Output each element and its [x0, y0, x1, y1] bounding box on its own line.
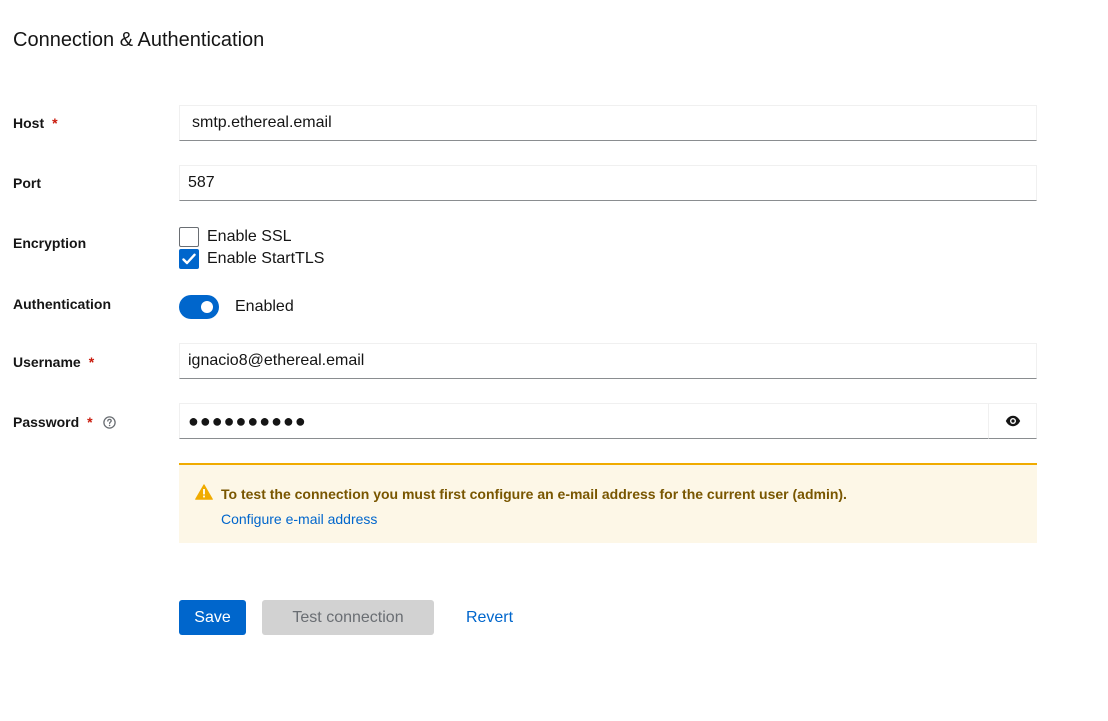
checkmark-icon [182, 253, 196, 265]
password-group: ●●●●●●●●●● [179, 403, 1037, 439]
section-title: Connection & Authentication [13, 29, 265, 51]
username-label: Username * [13, 354, 94, 370]
port-input[interactable]: 587 [179, 165, 1037, 201]
alert-title: To test the connection you must first co… [221, 486, 847, 502]
toggle-knob [201, 301, 213, 313]
password-label-text: Password [13, 414, 80, 430]
revert-button[interactable]: Revert [456, 600, 523, 635]
host-label-text: Host [13, 115, 45, 131]
enable-starttls-row[interactable]: Enable StartTLS [179, 249, 324, 269]
username-input[interactable]: ignacio8@ethereal.email [179, 343, 1037, 379]
encryption-label: Encryption [13, 235, 86, 251]
username-required-marker: * [88, 354, 95, 370]
username-label-text: Username [13, 354, 81, 370]
save-button[interactable]: Save [179, 600, 246, 635]
authentication-toggle[interactable] [179, 295, 219, 319]
host-label: Host * [13, 115, 58, 131]
enable-starttls-checkbox[interactable] [179, 249, 199, 269]
password-required-marker: * [87, 414, 93, 430]
port-label-text: Port [13, 175, 41, 191]
email-settings-page: Connection & Authentication Host * smtp.… [0, 0, 1108, 721]
enable-starttls-label: Enable StartTLS [207, 250, 325, 267]
port-label: Port [13, 175, 41, 191]
enable-ssl-row[interactable]: Enable SSL [179, 227, 292, 247]
configure-email-link[interactable]: Configure e-mail address [221, 511, 377, 527]
warning-triangle-icon [195, 484, 213, 500]
help-circle-icon[interactable] [102, 415, 116, 429]
authentication-label-text: Authentication [13, 296, 111, 312]
authentication-label: Authentication [13, 296, 111, 312]
show-password-button[interactable] [989, 403, 1037, 439]
host-input[interactable]: smtp.ethereal.email [179, 105, 1037, 141]
password-input[interactable]: ●●●●●●●●●● [179, 403, 989, 439]
enable-ssl-checkbox[interactable] [179, 227, 199, 247]
authentication-switch-row[interactable]: Enabled [179, 295, 294, 319]
eye-icon [1005, 415, 1020, 427]
host-required-marker: * [52, 115, 58, 131]
test-connection-button[interactable]: Test connection [262, 600, 434, 635]
password-label: Password * [13, 414, 116, 430]
encryption-label-text: Encryption [13, 235, 87, 251]
enable-ssl-label: Enable SSL [207, 228, 292, 245]
test-connection-warning-alert: To test the connection you must first co… [179, 463, 1037, 543]
authentication-state-label: Enabled [235, 298, 294, 315]
